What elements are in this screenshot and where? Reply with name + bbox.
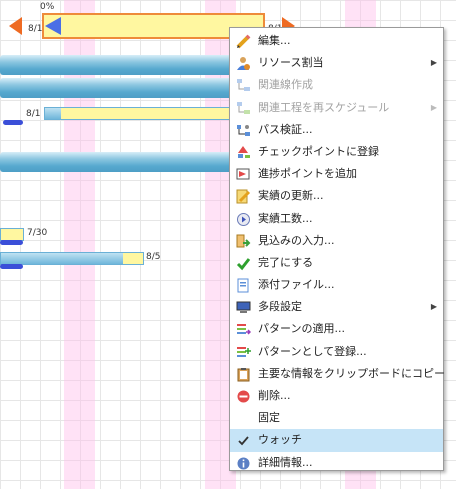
menu-item: 関連工程を再スケジュール ▶ <box>230 97 443 119</box>
summary-bar[interactable] <box>0 55 232 75</box>
summary-bar[interactable] <box>0 78 232 98</box>
context-menu: 編集... リソース割当 ▶ 関連線作成関連工程を再スケジュール ▶ パス検証... チェッ… <box>229 27 445 474</box>
menu-item-label: 実績工数... <box>258 211 313 225</box>
summary-date-label: 8/1 <box>28 24 43 34</box>
menu-item-label: 実績の更新... <box>258 189 324 203</box>
start-marker[interactable] <box>45 17 61 35</box>
menu-item-label: 関連線作成 <box>258 78 313 92</box>
pencil-icon <box>236 34 251 49</box>
menu-item[interactable]: 進捗ポイントを追加 <box>230 163 443 185</box>
menu-item-label: 添付ファイル... <box>258 278 335 292</box>
menu-item[interactable]: 実績工数... <box>230 208 443 230</box>
menu-item[interactable]: パターンとして登録... <box>230 341 443 363</box>
info-icon <box>236 456 251 471</box>
menu-item-label: 多段設定 <box>258 300 302 314</box>
menu-item[interactable]: 主要な情報をクリップボードにコピー <box>230 363 445 385</box>
menu-item-label: 完了にする <box>258 255 314 269</box>
plan-line <box>3 120 23 125</box>
menu-item-label: パターンとして登録... <box>258 344 367 358</box>
menu-item[interactable]: 編集... <box>230 30 443 52</box>
task-date-label: 8/1 <box>26 109 41 119</box>
menu-item[interactable]: 詳細情報... <box>230 452 443 474</box>
menu-item[interactable]: 見込みの入力... <box>230 230 443 252</box>
submenu-arrow-icon: ▶ <box>430 58 437 68</box>
progress-point-icon <box>236 167 251 182</box>
menu-item-label: 固定 <box>258 411 280 425</box>
menu-item[interactable]: 完了にする <box>230 252 443 274</box>
menu-item-label: 削除... <box>258 389 291 402</box>
check-icon <box>236 433 251 448</box>
percent-label: 0% <box>40 2 55 12</box>
reschedule-icon <box>236 101 251 116</box>
menu-item[interactable]: チェックポイントに登録 <box>230 141 443 163</box>
summary-bar[interactable] <box>0 152 232 172</box>
menu-item: 関連線作成 <box>230 74 443 96</box>
task-date-label: 7/30 <box>27 228 48 238</box>
menu-item[interactable]: パターンの適用... <box>230 318 443 340</box>
pattern-register-icon <box>236 345 251 360</box>
menu-item-label: 主要な情報をクリップボードにコピー <box>258 366 445 380</box>
menu-item-label: リソース割当 <box>258 56 324 70</box>
menu-item-label: 見込みの入力... <box>258 233 335 247</box>
forecast-icon <box>236 234 251 249</box>
left-scroll-arrow[interactable] <box>9 17 22 35</box>
menu-item[interactable]: リソース割当 ▶ <box>230 52 443 74</box>
menu-item-label: チェックポイントに登録 <box>258 144 379 158</box>
submenu-arrow-icon: ▶ <box>430 302 437 312</box>
monitor-icon <box>236 300 251 315</box>
menu-item-label: パス検証... <box>258 122 313 136</box>
checkpoint-icon <box>236 145 251 160</box>
menu-item-label: 関連工程を再スケジュール <box>258 100 390 114</box>
delete-icon <box>236 389 251 404</box>
pattern-apply-icon <box>236 322 251 337</box>
checkmark-icon <box>236 256 251 271</box>
menu-item[interactable]: 固定 <box>230 407 443 429</box>
menu-item[interactable]: 削除... <box>230 385 443 407</box>
edit-actual-icon <box>236 189 251 204</box>
clipboard-icon <box>236 367 251 382</box>
menu-item-label: 進捗ポイントを追加 <box>258 167 357 181</box>
menu-item-label: パターンの適用... <box>258 322 345 336</box>
menu-item-label: 編集... <box>258 34 291 47</box>
menu-item[interactable]: ウォッチ <box>230 429 443 452</box>
menu-item[interactable]: 多段設定 ▶ <box>230 296 443 318</box>
menu-item[interactable]: パス検証... <box>230 119 443 141</box>
task-bar[interactable] <box>0 252 144 265</box>
attachment-icon <box>236 278 251 293</box>
link-icon <box>236 78 251 93</box>
menu-item-label: 詳細情報... <box>258 455 313 469</box>
path-icon <box>236 123 251 138</box>
task-date-label: 8/5 <box>146 252 161 262</box>
menu-item[interactable]: 実績の更新... <box>230 185 443 207</box>
clock-icon <box>236 212 251 227</box>
submenu-arrow-icon: ▶ <box>430 102 437 112</box>
task-bar[interactable] <box>44 107 232 120</box>
user-icon <box>236 56 251 71</box>
menu-item[interactable]: 添付ファイル... <box>230 274 443 296</box>
plan-line <box>0 240 23 245</box>
menu-item-label: ウォッチ <box>258 433 302 447</box>
plan-line <box>0 264 23 269</box>
